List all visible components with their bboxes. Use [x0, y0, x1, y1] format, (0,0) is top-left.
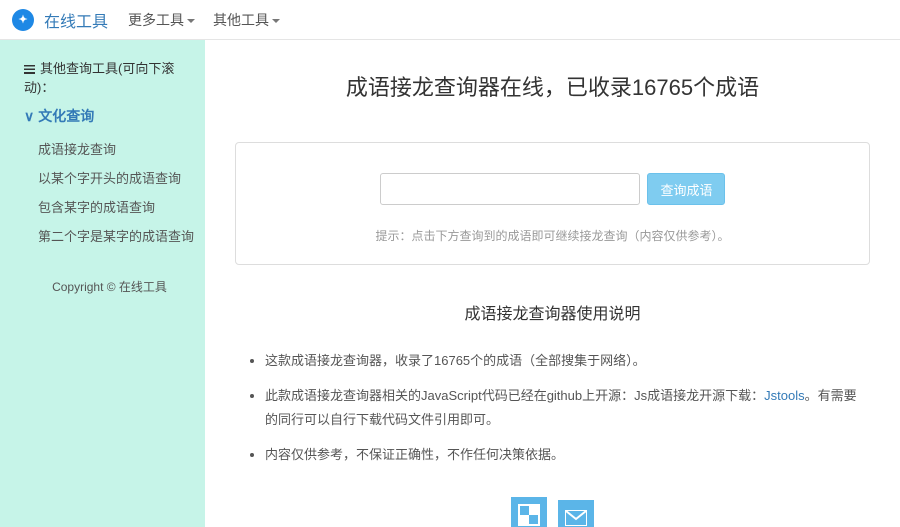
instruction-item: 此款成语接龙查询器相关的JavaScript代码已经在github上开源：Js成…: [265, 384, 860, 431]
idiom-search-input[interactable]: [380, 173, 640, 205]
nav-other-tools[interactable]: 其他工具: [213, 10, 280, 30]
sidebar-item[interactable]: 第二个字是某字的成语查询: [24, 221, 195, 250]
qrcode-icon[interactable]: [511, 497, 547, 527]
nav-more-tools[interactable]: 更多工具: [128, 10, 195, 30]
copyright-text: Copyright © 在线工具: [24, 278, 195, 295]
search-tip: 提示：点击下方查询到的成语即可继续接龙查询（内容仅供参考）。: [256, 227, 849, 244]
instructions-title: 成语接龙查询器使用说明: [235, 300, 870, 324]
search-button[interactable]: 查询成语: [647, 173, 725, 205]
share-section: [235, 497, 870, 527]
email-icon[interactable]: [558, 500, 594, 527]
instructions-list: 这款成语接龙查询器，收录了16765个的成语（全部搜集于网络）。 此款成语接龙查…: [235, 349, 870, 467]
main-content: 成语接龙查询器在线，已收录16765个成语 查询成语 提示：点击下方查询到的成语…: [205, 40, 900, 527]
search-panel: 查询成语 提示：点击下方查询到的成语即可继续接龙查询（内容仅供参考）。: [235, 142, 870, 265]
instruction-item: 内容仅供参考，不保证正确性，不作任何决策依据。: [265, 443, 860, 466]
sidebar-item[interactable]: 以某个字开头的成语查询: [24, 163, 195, 192]
brand-link[interactable]: 在线工具: [44, 8, 108, 32]
sidebar-category-culture[interactable]: 文化查询: [24, 106, 195, 126]
sidebar-item[interactable]: 包含某字的成语查询: [24, 192, 195, 221]
list-icon: [24, 65, 35, 74]
page-title: 成语接龙查询器在线，已收录16765个成语: [235, 70, 870, 102]
chevron-down-icon: [272, 19, 280, 23]
sidebar-item[interactable]: 成语接龙查询: [24, 134, 195, 163]
instruction-item: 这款成语接龙查询器，收录了16765个的成语（全部搜集于网络）。: [265, 349, 860, 372]
sidebar-header: 其他查询工具(可向下滚动)：: [24, 58, 195, 96]
jstools-link[interactable]: Jstools: [764, 388, 804, 403]
chevron-down-icon: [187, 19, 195, 23]
top-nav: ✦ 在线工具 更多工具 其他工具: [0, 0, 900, 40]
logo-icon: ✦: [12, 9, 34, 31]
sidebar: 其他查询工具(可向下滚动)： 文化查询 成语接龙查询 以某个字开头的成语查询 包…: [0, 40, 205, 527]
